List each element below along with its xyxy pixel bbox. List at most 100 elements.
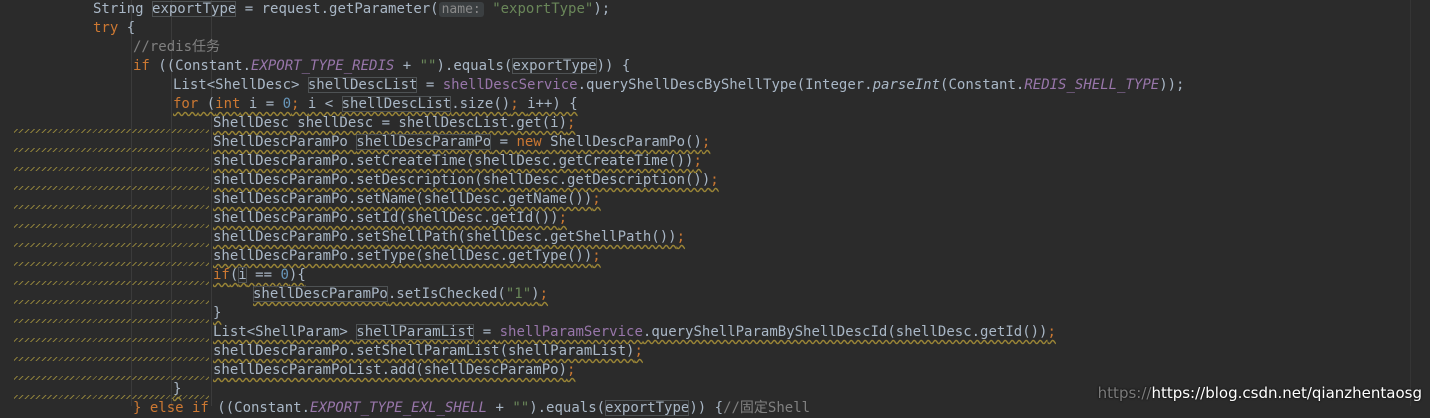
code-line[interactable]: shellDescParamPo.setIsChecked("1"); (253, 285, 548, 304)
code-token: ; (676, 229, 686, 245)
code-token: shellDescParamPo.setCreateTime(shellDesc… (213, 153, 694, 169)
warning-squiggle (14, 338, 209, 342)
code-token: 0 (280, 267, 289, 283)
code-token: 0 (282, 96, 292, 112)
code-line[interactable]: shellDescParamPo.setId(shellDesc.getId()… (213, 209, 567, 228)
code-token: ShellDescParamPo() (541, 134, 702, 150)
code-token: shellDescParamPoList.add(shellDescParamP… (213, 362, 568, 378)
code-token: if (213, 267, 230, 283)
warning-squiggle (14, 224, 209, 228)
code-token: "" (419, 58, 437, 74)
code-token: ; (1047, 324, 1056, 340)
code-token: ; (592, 191, 601, 207)
code-token: ; (291, 96, 308, 112)
code-token: ; (693, 153, 702, 169)
code-token: )); (1159, 77, 1185, 93)
code-line[interactable]: shellDescParamPo.setShellPath(shellDesc.… (213, 228, 685, 247)
code-token: .queryShellParamByShellDescId(shellDesc.… (642, 324, 1048, 340)
code-line[interactable]: List<ShellDesc> shellDescList = shellDes… (173, 76, 1185, 95)
code-token: ; (592, 248, 601, 264)
code-token: = (491, 134, 517, 150)
code-line[interactable]: shellDescParamPoList.add(shellDescParamP… (213, 361, 575, 380)
code-token: )) { (596, 58, 631, 74)
code-token: ((Constant. (208, 400, 311, 416)
code-token: shellDescList (341, 96, 452, 112)
code-line[interactable]: shellDescParamPo.setName(shellDesc.getNa… (213, 190, 601, 209)
warning-squiggle (14, 262, 209, 266)
code-token: shellDescParamPo (253, 286, 388, 302)
warning-squiggle (14, 148, 209, 152)
code-token: parseInt (872, 77, 941, 93)
warning-squiggle (14, 357, 209, 361)
code-token: ) (531, 286, 540, 302)
code-token: List<ShellParam> (213, 324, 357, 340)
code-token: ; (567, 115, 576, 131)
code-line[interactable]: if(i == 0){ (213, 266, 306, 285)
code-token: "exportType" (492, 1, 594, 17)
warning-squiggle (14, 376, 209, 380)
code-line[interactable]: try { (93, 19, 135, 38)
code-token: REDIS_SHELL_TYPE (1024, 77, 1160, 93)
warning-squiggle (14, 205, 209, 209)
code-token: + (487, 400, 513, 416)
code-token: shellDescParamPo.setDescription(shellDes… (213, 172, 711, 188)
warning-squiggle (14, 186, 209, 190)
code-line[interactable]: String exportType = request.getParameter… (93, 0, 610, 19)
code-token: for (173, 96, 199, 112)
code-token: try (93, 20, 119, 36)
code-token: ).equals( (529, 400, 606, 416)
code-token: = request.getParameter( (236, 1, 439, 17)
watermark: https://https://blog.csdn.net/qianzhenta… (1098, 384, 1422, 402)
code-line[interactable]: for (int i = 0; i < shellDescList.size()… (173, 95, 578, 114)
code-line[interactable]: } else if ((Constant.EXPORT_TYPE_EXL_SHE… (133, 399, 810, 418)
warning-squiggle (14, 300, 209, 304)
code-token: shellDescService (442, 77, 578, 93)
code-token: + (394, 58, 420, 74)
code-token: int (215, 96, 241, 112)
code-token: ; (567, 362, 576, 378)
code-token: shellDescParamPo.setShellParamList(shell… (213, 343, 635, 359)
warning-squiggle (14, 243, 209, 247)
code-token: exportType (605, 400, 690, 416)
code-line[interactable]: shellDescParamPo.setShellParamList(shell… (213, 342, 643, 361)
code-line[interactable]: ShellDescParamPo shellDescParamPo = new … (213, 133, 710, 152)
code-token: exportType (512, 58, 597, 74)
code-token: "1" (505, 286, 532, 302)
code-token: .setIsChecked( (387, 286, 506, 302)
code-token: } (213, 305, 222, 321)
code-token: String (93, 1, 153, 17)
watermark-prefix: https:// (1097, 384, 1152, 402)
code-line[interactable]: ShellDesc shellDesc = shellDescList.get(… (213, 114, 575, 133)
code-token: ; (558, 210, 568, 226)
code-token: ; (634, 343, 643, 359)
code-token: new (516, 134, 542, 150)
code-editor[interactable]: String exportType = request.getParameter… (0, 0, 1430, 416)
code-line[interactable]: shellDescParamPo.setDescription(shellDes… (213, 171, 719, 190)
code-token: ){ (288, 267, 306, 283)
code-line[interactable]: shellDescParamPo.setType(shellDesc.getTy… (213, 247, 601, 266)
code-token: shellDescParamPo (356, 134, 492, 150)
code-token: i (238, 267, 247, 283)
code-token: .queryShellDescByShellType(Integer. (577, 77, 873, 93)
code-token: == (246, 267, 281, 283)
code-token: //redis任务 (133, 39, 221, 55)
code-token: ShellDesc shellDesc = shellDescList.get(… (213, 115, 568, 131)
code-token: shellDescParamPo.setType(shellDesc.getTy… (213, 248, 593, 264)
code-line[interactable]: shellDescParamPo.setCreateTime(shellDesc… (213, 152, 702, 171)
code-line[interactable]: //redis任务 (133, 38, 220, 57)
code-line[interactable]: } (213, 304, 221, 323)
code-token: ( (198, 96, 216, 112)
code-token: i = (240, 96, 283, 112)
code-token: List<ShellDesc> (173, 77, 308, 93)
code-token: .size() (451, 96, 511, 112)
code-line[interactable]: List<ShellParam> shellParamList = shellP… (213, 323, 1056, 342)
code-token: //固定Shell (723, 400, 811, 416)
code-token: ); (593, 1, 611, 17)
code-token: ; (701, 134, 711, 150)
code-token: shellDescParamPo.setName(shellDesc.getNa… (213, 191, 593, 207)
code-line[interactable]: if ((Constant.EXPORT_TYPE_REDIS + "").eq… (133, 57, 630, 76)
code-token: i++) { (527, 96, 578, 112)
right-margin-guide (1410, 0, 1411, 406)
code-token: ; (710, 172, 719, 188)
code-token: shellDescParamPo.setId(shellDesc.getId()… (213, 210, 559, 226)
